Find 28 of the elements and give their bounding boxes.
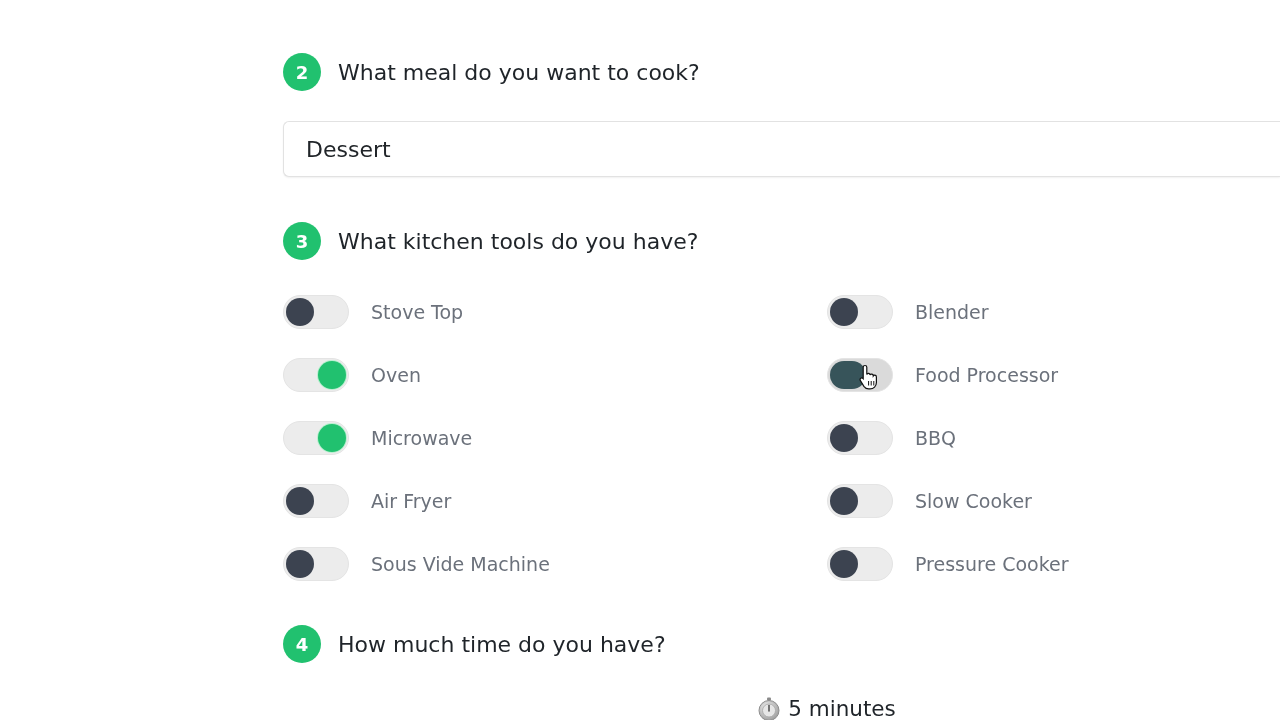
toggle-label: Pressure Cooker (915, 551, 1069, 577)
toggle-switch[interactable] (283, 547, 349, 581)
toggle-switch[interactable] (283, 358, 349, 392)
toggle-switch[interactable] (283, 484, 349, 518)
toggle-label: Stove Top (371, 299, 464, 325)
step-number: 2 (283, 53, 321, 91)
step-number: 3 (283, 222, 321, 260)
toggle-label: Food Processor (915, 362, 1059, 388)
question-text: How much time do you have? (338, 630, 666, 659)
meal-input-field[interactable]: Dessert (283, 121, 1280, 177)
toggle-label: Blender (915, 299, 989, 325)
stopwatch-icon (758, 697, 781, 720)
toggle-switch[interactable] (827, 421, 893, 455)
time-reading: 5 minutes (788, 695, 896, 720)
toggle-switch[interactable] (827, 547, 893, 581)
step-number: 4 (283, 625, 321, 663)
toggle-switch[interactable] (827, 295, 893, 329)
toggle-label: Air Fryer (371, 488, 452, 514)
toggle-switch[interactable] (283, 421, 349, 455)
toggle-switch[interactable] (283, 295, 349, 329)
toggle-label: BBQ (915, 425, 957, 451)
toggle-label: Microwave (371, 425, 473, 451)
question-text: What meal do you want to cook? (338, 58, 700, 87)
toggle-label: Slow Cooker (915, 488, 1032, 514)
toggle-label: Sous Vide Machine (371, 551, 550, 577)
toggle-switch[interactable] (827, 484, 893, 518)
toggle-label: Oven (371, 362, 421, 388)
question-text: What kitchen tools do you have? (338, 227, 699, 256)
